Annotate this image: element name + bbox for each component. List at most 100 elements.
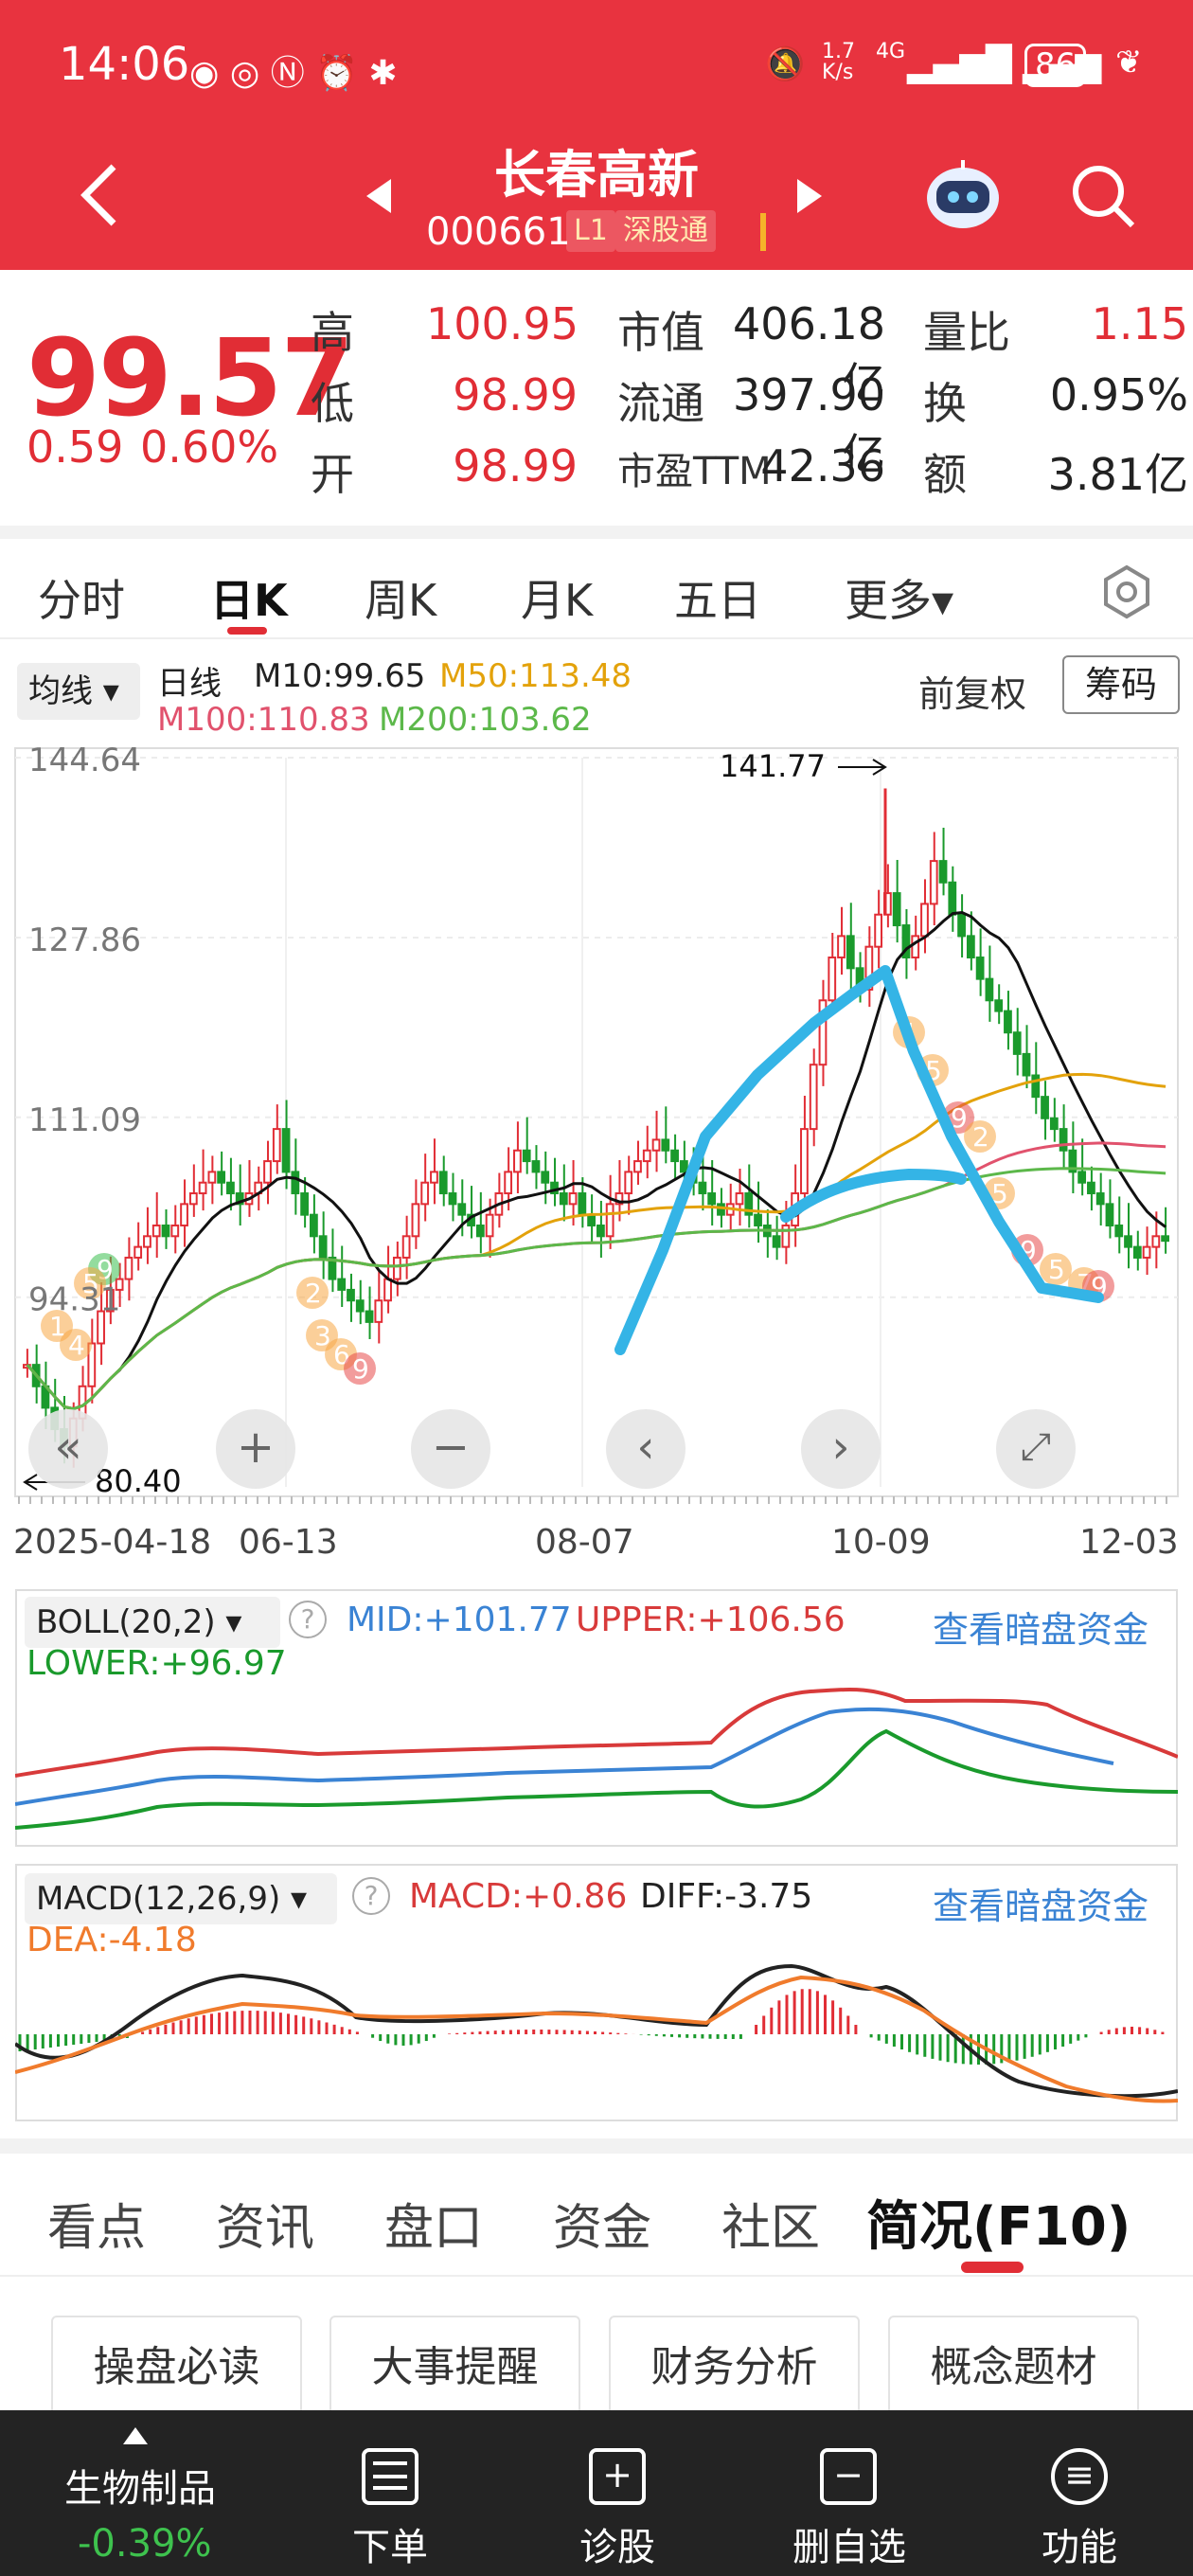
settings-icon[interactable] — [1098, 564, 1155, 620]
candle-body — [1087, 1181, 1095, 1195]
candle-body — [541, 1171, 550, 1184]
candle-body — [365, 1310, 374, 1323]
candle-body — [707, 1192, 717, 1206]
order-label[interactable]: 下单 — [343, 2516, 437, 2571]
scroll-right-button[interactable]: › — [801, 1409, 881, 1489]
candle-body — [809, 1064, 818, 1131]
boll-select[interactable]: BOLL(20,2) ▾ — [25, 1597, 280, 1648]
order-icon[interactable] — [362, 2448, 418, 2505]
adjust-label[interactable]: 前复权 — [918, 665, 1026, 717]
functions-icon[interactable]: ≡ — [1051, 2448, 1108, 2505]
x-label-3: 08-07 — [535, 1523, 634, 1562]
macd-help-icon[interactable]: ? — [352, 1877, 390, 1915]
scroll-left-button[interactable]: ‹ — [606, 1409, 686, 1489]
macd-dark-pool-link[interactable]: 查看暗盘资金 — [933, 1877, 1148, 1929]
tab-community[interactable]: 社区 — [721, 2188, 820, 2259]
candle-body — [781, 1224, 791, 1248]
boll-help-icon[interactable]: ? — [289, 1601, 327, 1638]
candle-body — [1059, 1128, 1068, 1152]
x-label-2: 06-13 — [239, 1523, 338, 1562]
network-label: 4G — [876, 40, 906, 63]
macd-diff: DIFF:-3.75 — [640, 1877, 813, 1916]
zoom-out-button[interactable]: − — [411, 1409, 490, 1489]
candle-body — [587, 1213, 596, 1226]
search-icon[interactable] — [1070, 163, 1136, 229]
period-label: 日线 — [157, 665, 222, 703]
td-marker-label: 4 — [68, 1330, 85, 1361]
pill-trading-guide[interactable]: 操盘必读 — [51, 2316, 302, 2420]
expand-up-icon[interactable] — [121, 2425, 150, 2446]
stock-code: 000661 — [426, 210, 571, 254]
macd-chart — [15, 1963, 1178, 2103]
stock-name: 长春高新 — [494, 145, 699, 205]
user-annotation-curve — [780, 1168, 967, 1223]
chart-frame — [14, 747, 1179, 1497]
tab-intraday[interactable]: 分时 — [38, 566, 125, 629]
candle-body — [475, 1224, 485, 1238]
boll-upper: UPPER:+106.56 — [576, 1601, 846, 1639]
chart-grid — [15, 757, 1178, 1487]
fullscreen-button[interactable]: ⤢ — [996, 1409, 1076, 1489]
price-change-pct: 0.60% — [140, 421, 279, 473]
tab-capital[interactable]: 资金 — [553, 2188, 651, 2259]
remove-favorite-label[interactable]: 删自选 — [778, 2516, 920, 2571]
tab-order-book[interactable]: 盘口 — [384, 2188, 483, 2259]
sector-name[interactable]: 生物制品 — [64, 2458, 216, 2513]
value-amount: 3.81亿 — [1047, 449, 1188, 500]
tab-active-indicator — [227, 627, 267, 635]
candle-body — [207, 1171, 217, 1184]
tab-weekly-k[interactable]: 周K — [365, 566, 436, 629]
ma50-value: M50:113.48 — [439, 657, 632, 695]
tab-five-day[interactable]: 五日 — [674, 566, 761, 629]
mute-icon: 🔕 — [765, 45, 806, 83]
pill-financial-analysis[interactable]: 财务分析 — [609, 2316, 860, 2420]
candle-body — [134, 1245, 143, 1259]
label-pe-ttm: 市盈TTM — [617, 450, 772, 493]
candle-body — [1041, 1096, 1049, 1119]
bottom-action-bar: 生物制品 -0.39% 下单 + 诊股 − 删自选 ≡ 功能 — [0, 2410, 1193, 2576]
candle-body — [411, 1203, 420, 1238]
separator — [0, 526, 1193, 539]
value-volume-ratio: 1.15 — [1091, 298, 1188, 349]
kline-chart[interactable]: 95142369159259579 144.64127.86111.0994.3… — [0, 739, 1193, 1515]
tab-highlights[interactable]: 看点 — [47, 2188, 146, 2259]
candle-body — [1031, 1074, 1041, 1099]
pill-major-events[interactable]: 大事提醒 — [329, 2316, 580, 2420]
candle-body — [143, 1235, 151, 1248]
boll-chart — [15, 1688, 1178, 1830]
tab-more[interactable]: 更多▾ — [845, 566, 953, 629]
candle-body — [948, 881, 957, 916]
net-speed: 1.7 K/s — [822, 40, 855, 84]
boll-dark-pool-link[interactable]: 查看暗盘资金 — [933, 1601, 1148, 1653]
candle-body — [180, 1203, 188, 1226]
remove-favorite-icon[interactable]: − — [820, 2448, 877, 2505]
extreme-markers: 141.77 80.40 — [23, 748, 887, 1499]
pill-concept-themes[interactable]: 概念题材 — [888, 2316, 1139, 2420]
candle-body — [874, 913, 883, 948]
chips-button[interactable]: 筹码 — [1062, 655, 1180, 714]
quote-panel: 99.57 0.59 0.60% 高 100.95 市值 406.18亿 量比 … — [0, 270, 1193, 526]
diagnose-icon[interactable]: + — [589, 2448, 646, 2505]
tab-monthly-k[interactable]: 月K — [521, 566, 593, 629]
macd-select[interactable]: MACD(12,26,9) ▾ — [25, 1873, 337, 1924]
ma-select[interactable]: 均线 ▾ — [17, 663, 140, 720]
value-high: 100.95 — [426, 298, 579, 349]
candle-body — [1095, 1192, 1105, 1206]
candle-body — [1022, 1052, 1031, 1077]
candle-body — [1151, 1235, 1161, 1248]
candle-body — [837, 935, 846, 958]
robot-assistant-icon[interactable] — [923, 156, 1003, 232]
candle-body — [300, 1192, 309, 1216]
diagnose-label[interactable]: 诊股 — [570, 2516, 665, 2571]
scroll-left-fast-button[interactable]: « — [28, 1409, 108, 1489]
ma10-value: M10:99.65 — [254, 657, 426, 695]
next-stock-icon[interactable] — [795, 177, 824, 215]
zoom-in-button[interactable]: + — [216, 1409, 295, 1489]
ma100-value: M100:110.83 — [157, 701, 370, 739]
candle-body — [1077, 1171, 1087, 1184]
label-turnover: 换 — [923, 378, 967, 429]
tab-news[interactable]: 资讯 — [216, 2188, 314, 2259]
functions-label[interactable]: 功能 — [1032, 2516, 1127, 2571]
tab-daily-k[interactable]: 日K — [210, 566, 288, 629]
tab-f10-overview[interactable]: 简况(F10) — [866, 2184, 1131, 2261]
